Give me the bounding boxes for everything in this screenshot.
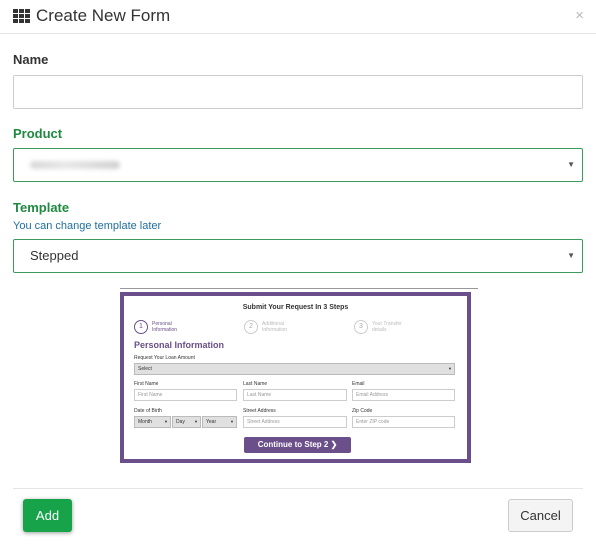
preview-email-input: Email Address [352, 389, 455, 401]
preview-dob-label: Date of Birth [134, 408, 162, 414]
preview-title: Submit Your Request In 3 Steps [242, 304, 349, 311]
preview-continue-button: Continue to Step 2 ❯ [244, 437, 351, 453]
preview-street-label: Street Address [243, 408, 276, 414]
caret-down-icon: ▼ [567, 160, 575, 169]
preview-year-select: Year ▼ [202, 416, 237, 428]
modal-header: Create New Form × [0, 0, 596, 34]
preview-first-name-label: First Name [134, 381, 159, 387]
template-label: Template [13, 200, 70, 215]
preview-email-label: Email [352, 381, 365, 387]
product-select[interactable]: ▼ [13, 148, 583, 182]
name-label: Name [13, 52, 49, 67]
preview-day-select: Day ▼ [172, 416, 201, 428]
product-value-redacted [30, 161, 120, 169]
template-preview: Submit Your Request In 3 Steps 1 Persona… [120, 292, 471, 463]
preview-last-name-label: Last Name [243, 381, 268, 387]
preview-loan-label: Request Your Loan Amount [134, 355, 195, 361]
name-input[interactable] [13, 75, 583, 109]
add-button[interactable]: Add [23, 499, 72, 532]
cancel-button[interactable]: Cancel [508, 499, 573, 532]
preview-loan-select: Select ▼ [134, 363, 455, 375]
modal-title: Create New Form [36, 6, 171, 25]
preview-zip-input: Enter ZIP code [352, 416, 455, 428]
footer-divider [13, 488, 583, 489]
preview-first-name-input: First Name [134, 389, 237, 401]
preview-divider [120, 288, 478, 289]
preview-heading: Personal Information [134, 340, 225, 350]
grid-icon [13, 9, 31, 23]
template-help-text: You can change template later [13, 220, 162, 232]
close-icon[interactable]: × [575, 7, 584, 24]
product-label: Product [13, 126, 63, 141]
preview-zip-label: Zip Code [352, 408, 373, 414]
template-select-value: Stepped [30, 248, 79, 263]
template-select[interactable]: Stepped ▼ [13, 239, 583, 273]
preview-month-select: Month ▼ [134, 416, 171, 428]
preview-last-name-input: Last Name [243, 389, 347, 401]
preview-street-input: Street Address [243, 416, 347, 428]
caret-down-icon: ▼ [567, 251, 575, 260]
